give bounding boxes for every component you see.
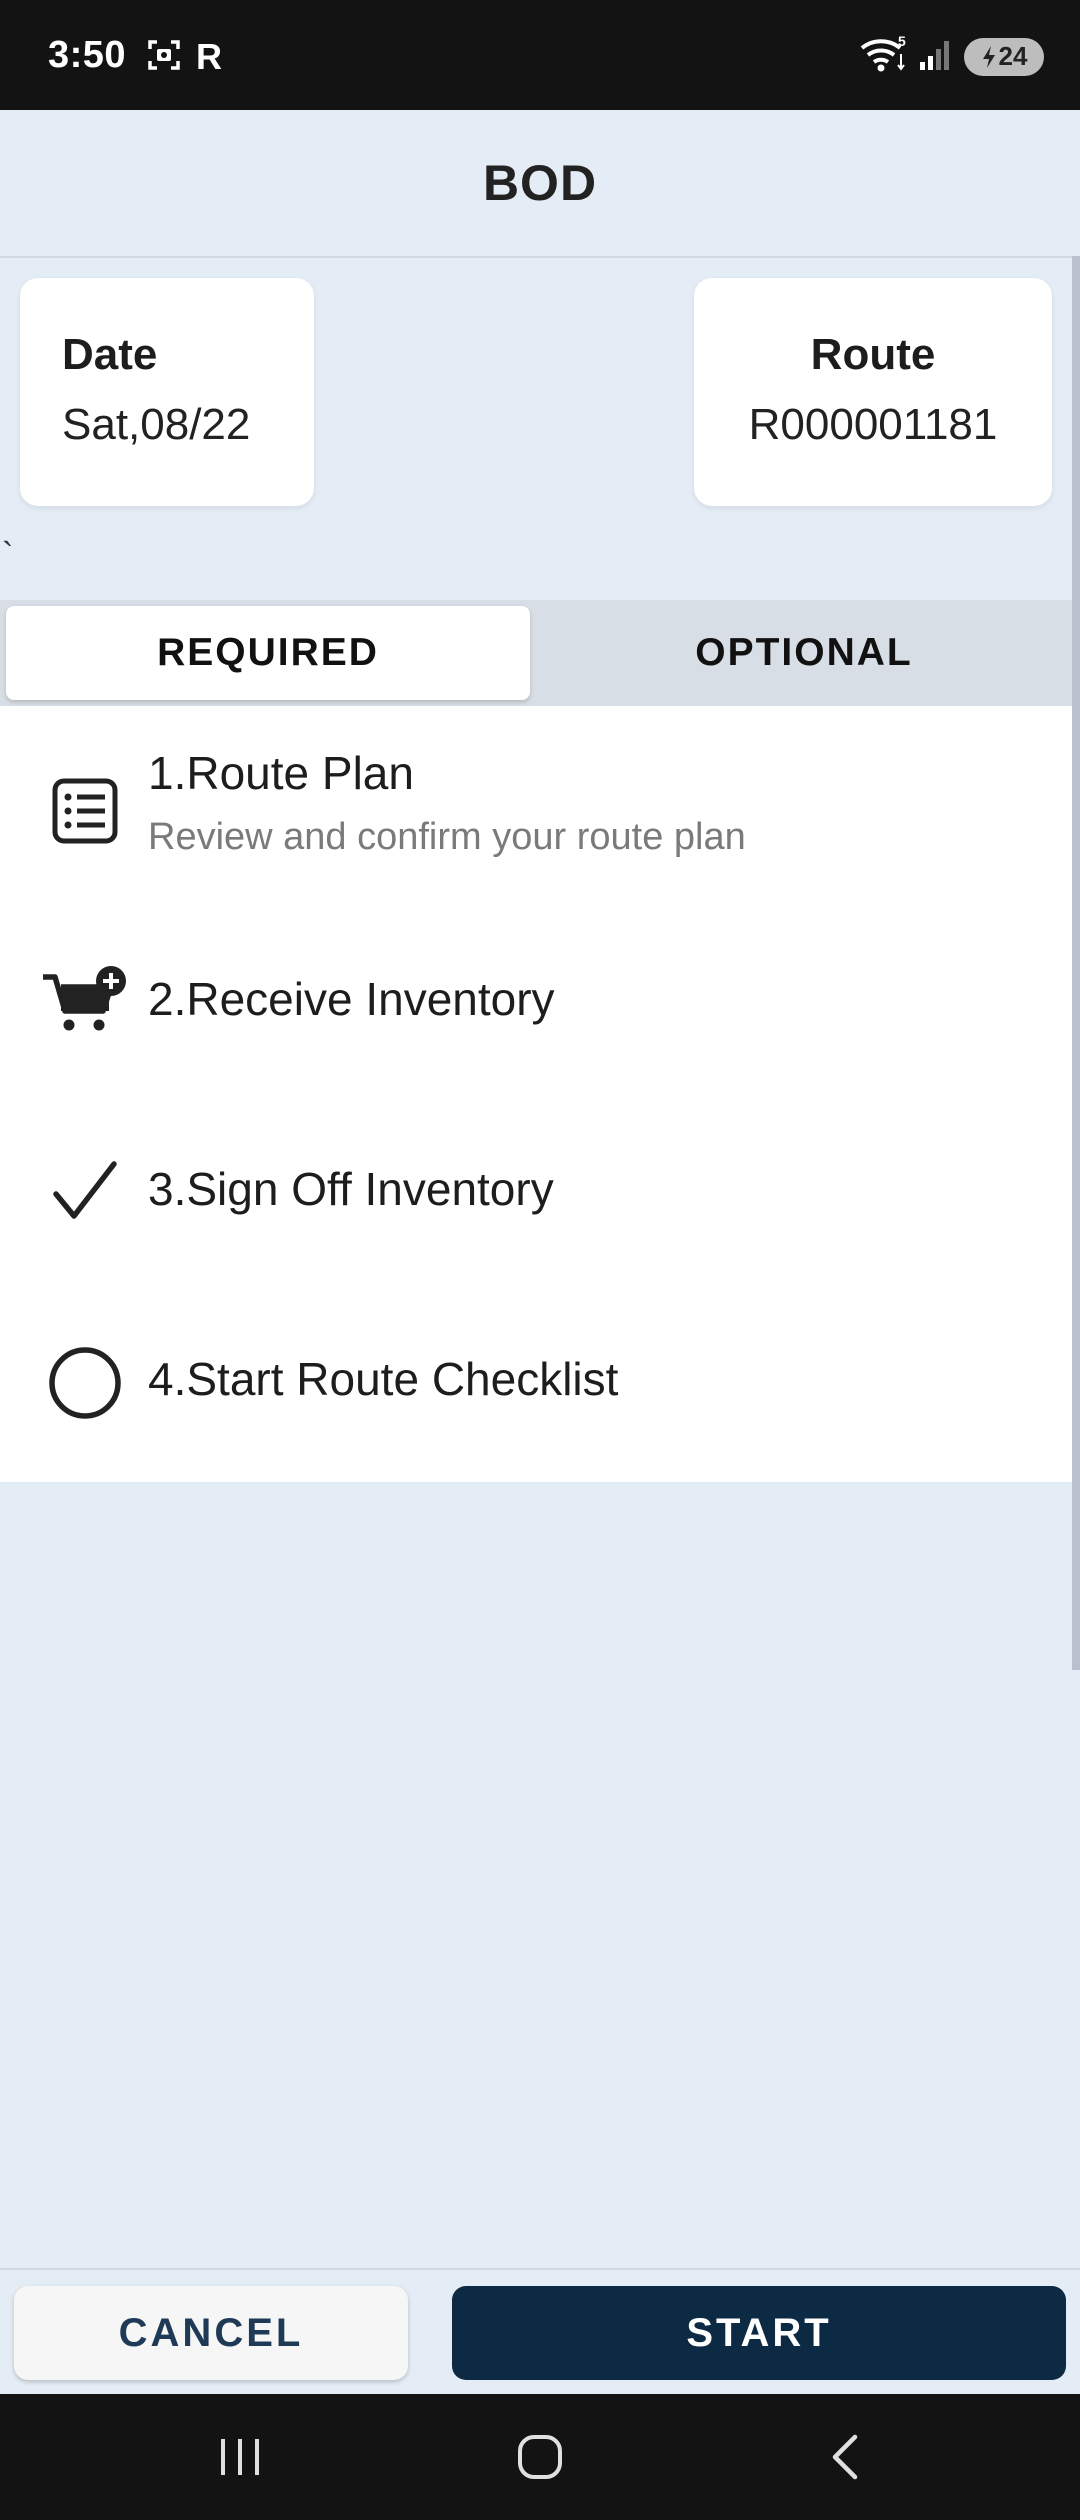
wifi-icon: 5 [860, 33, 908, 79]
stray-mark: ` [2, 536, 14, 574]
task-title: 3.Sign Off Inventory [148, 1163, 554, 1215]
recent-apps-icon[interactable] [205, 2424, 275, 2490]
route-card: Route R000001181 [694, 278, 1052, 506]
task-sign-off-inventory[interactable]: 3.Sign Off Inventory [0, 1096, 1072, 1286]
date-card: Date Sat,08/22 [20, 278, 314, 506]
tab-optional[interactable]: OPTIONAL [536, 606, 1072, 700]
action-bar: CANCEL START [0, 2268, 1080, 2396]
screenshot-icon [146, 37, 182, 78]
task-receive-inventory[interactable]: 2.Receive Inventory [0, 906, 1072, 1096]
cancel-button[interactable]: CANCEL [14, 2286, 408, 2380]
route-value: R000001181 [748, 400, 998, 449]
wifi-label: 5 [898, 34, 906, 49]
back-icon[interactable] [810, 2424, 880, 2490]
carrier-indicator: R [196, 36, 222, 77]
task-start-route-checklist[interactable]: 4.Start Route Checklist [0, 1286, 1072, 1482]
route-label: Route [810, 330, 936, 379]
system-nav-bar [0, 2394, 1080, 2520]
cart-add-icon [40, 956, 130, 1046]
status-bar: 3:50 R 5 24 [0, 0, 1080, 110]
scrollbar[interactable] [1072, 256, 1080, 1670]
date-label: Date [62, 330, 158, 379]
battery-charging-icon: 24 [964, 37, 1044, 76]
page-title: BOD [482, 155, 598, 211]
app-header: BOD [0, 110, 1080, 258]
status-time: 3:50 [48, 34, 127, 76]
status-left-icons: R [146, 36, 222, 78]
home-icon[interactable] [505, 2424, 575, 2490]
checkmark-icon [40, 1146, 130, 1236]
start-button[interactable]: START [452, 2286, 1066, 2380]
battery-level: 24 [998, 41, 1028, 71]
task-title: 4.Start Route Checklist [148, 1353, 619, 1405]
scrollbar-thumb[interactable] [1072, 256, 1080, 1670]
tab-bar: REQUIRED OPTIONAL [0, 600, 1072, 706]
date-value: Sat,08/22 [62, 400, 251, 449]
task-subtitle: Review and confirm your route plan [148, 816, 746, 858]
task-title: 1.Route Plan [148, 747, 414, 799]
list-icon [40, 766, 130, 856]
signal-icon [918, 36, 954, 77]
tab-required[interactable]: REQUIRED [6, 606, 530, 700]
task-list: 1.Route Plan Review and confirm your rou… [0, 706, 1072, 1482]
status-right-icons: 5 24 [860, 33, 1044, 79]
task-route-plan[interactable]: 1.Route Plan Review and confirm your rou… [0, 706, 1072, 906]
circle-icon [40, 1338, 130, 1428]
task-title: 2.Receive Inventory [148, 973, 555, 1025]
